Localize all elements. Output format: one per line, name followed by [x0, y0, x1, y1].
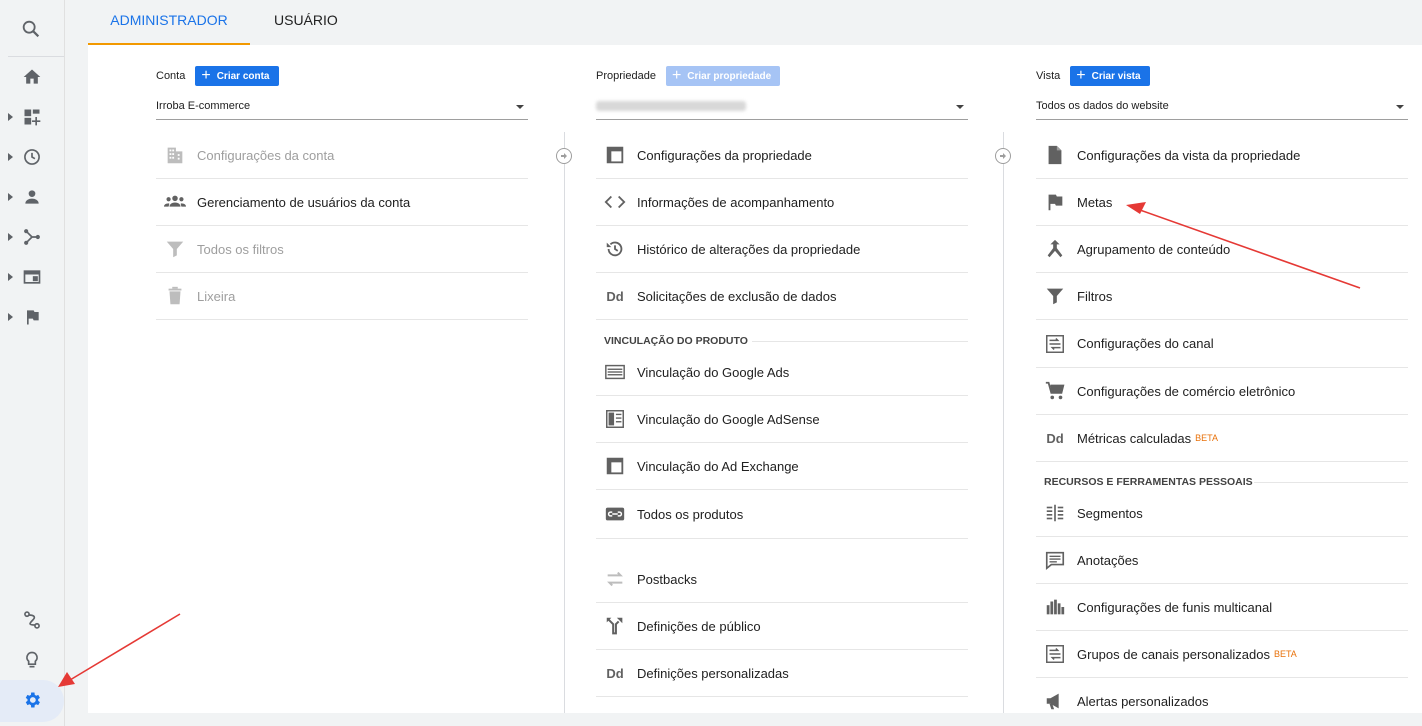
annotation-arrows	[58, 202, 1361, 687]
annotation-arrow-goals	[1126, 202, 1361, 289]
annotation-arrow-admin	[58, 613, 181, 687]
